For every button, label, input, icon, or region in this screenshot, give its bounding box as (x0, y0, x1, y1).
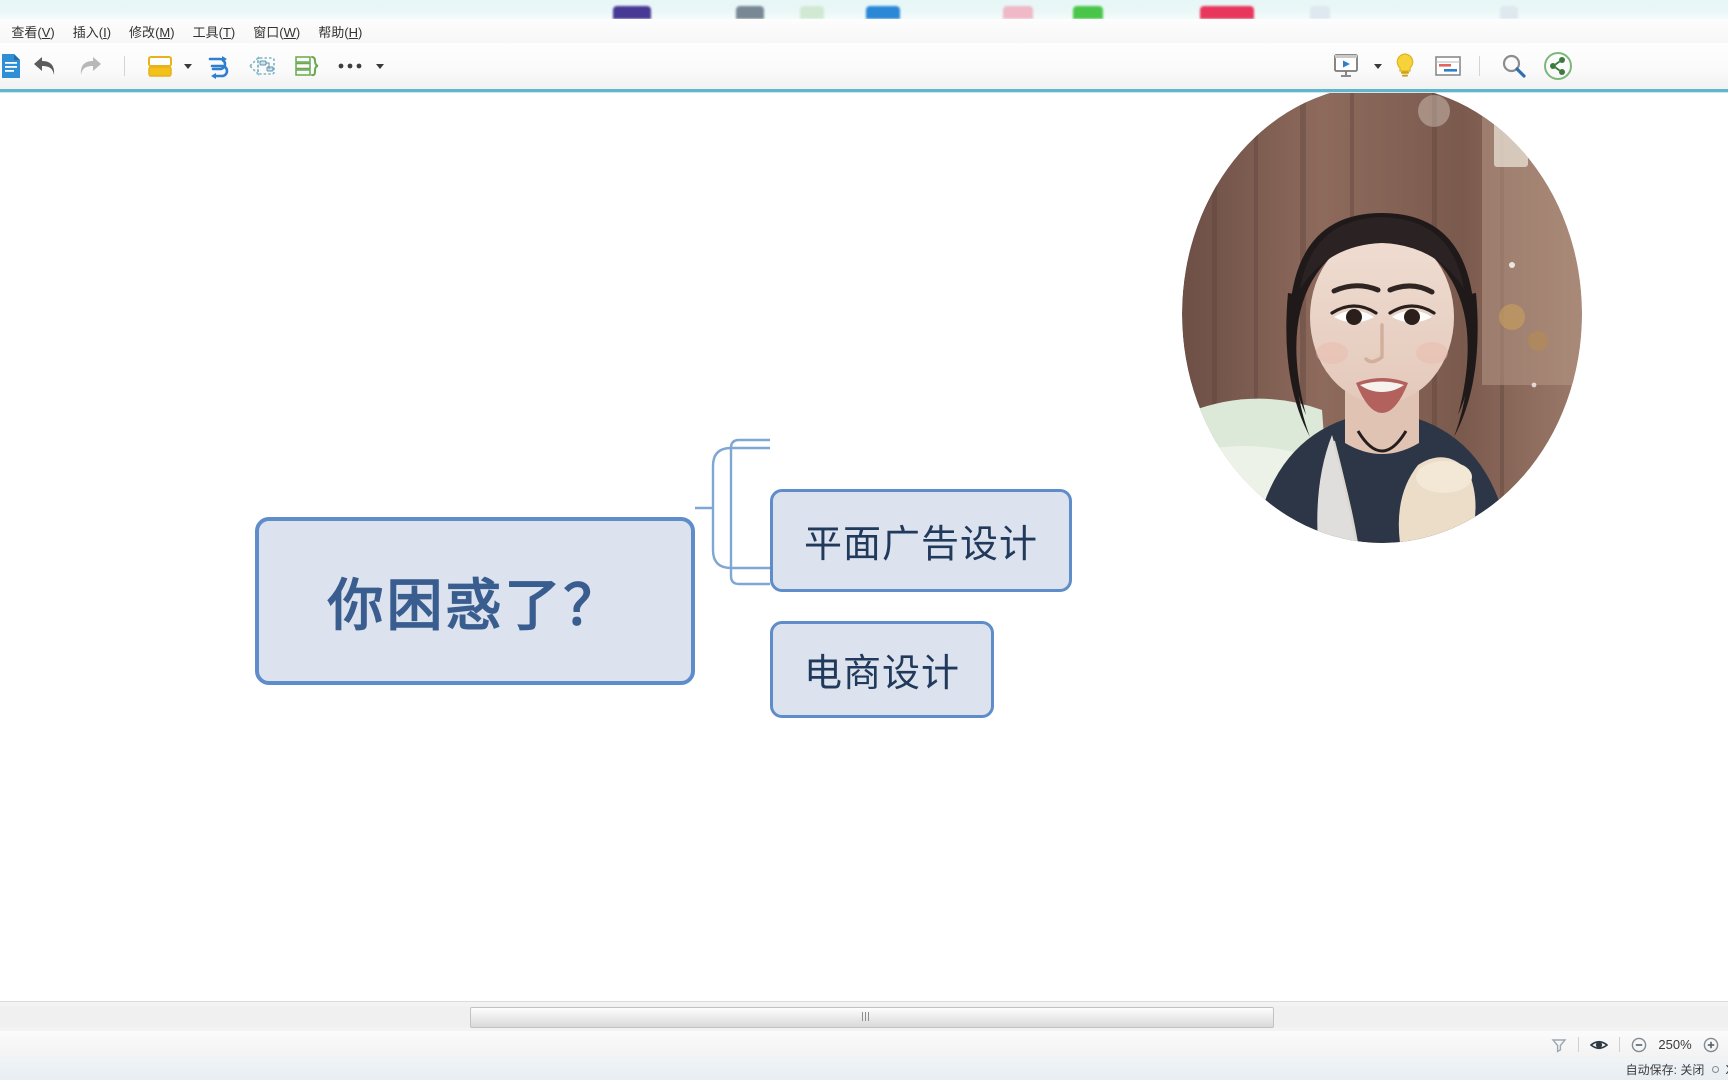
menu-item-help-label: 帮助 (318, 24, 345, 40)
filter-button[interactable] (1544, 1035, 1574, 1055)
view-visibility-button[interactable] (1583, 1035, 1615, 1055)
search-icon (1502, 54, 1526, 78)
topic-style-dropdown[interactable] (180, 51, 196, 81)
status-dot-icon (1712, 1065, 1720, 1073)
boundary-icon (248, 56, 275, 76)
menu-item-view-key: V (41, 24, 51, 40)
mindmap-child-node-1[interactable]: 平面广告设计 (770, 489, 1072, 592)
mindmap-root-label: 你困惑了？ (327, 573, 623, 637)
main-toolbar (0, 43, 1728, 90)
summary-icon (295, 56, 319, 77)
filter-icon (1551, 1038, 1567, 1053)
menu-item-view-label: 查看 (11, 24, 38, 40)
zoom-out-button[interactable] (1624, 1035, 1654, 1055)
redo-icon (80, 57, 101, 75)
mindmap-canvas[interactable]: 你困惑了？ 平面广告设计 电商设计 (0, 93, 1728, 1001)
chevron-down-icon (1374, 63, 1382, 69)
undo-button[interactable] (28, 51, 62, 81)
toolbar-separator-2 (1479, 56, 1480, 76)
zoom-in-icon (1703, 1037, 1719, 1052)
topic-style-button[interactable] (142, 51, 178, 81)
chevron-down-icon (184, 63, 192, 69)
menu-item-insert-label: 插入 (72, 24, 99, 40)
boundary-button[interactable] (245, 51, 279, 81)
horizontal-scrollbar[interactable] (0, 1001, 1728, 1033)
webcam-video-frame (1182, 93, 1582, 543)
menu-item-modify[interactable]: 修改(M) (120, 20, 184, 43)
browser-tab-favicon-2[interactable] (736, 6, 764, 19)
menu-item-insert[interactable]: 插入(I) (64, 20, 120, 43)
browser-tab-favicon-3[interactable] (800, 6, 824, 19)
menu-item-tools-key: T (222, 24, 231, 40)
more-options-dropdown[interactable] (372, 51, 388, 81)
eye-icon (1590, 1040, 1608, 1049)
relationship-icon (208, 56, 229, 79)
browser-tab-favicon-5[interactable] (1003, 6, 1033, 19)
menu-item-window-key: W (283, 24, 296, 40)
menu-item-tools-label: 工具 (192, 24, 219, 40)
scrollbar-grip-icon (862, 1012, 871, 1021)
menu-item-help[interactable]: 帮助(H) (309, 20, 371, 43)
share-icon (1544, 52, 1572, 80)
horizontal-scrollbar-thumb[interactable] (470, 1007, 1274, 1028)
menu-item-insert-key: I (103, 24, 107, 40)
menu-item-help-key: H (348, 24, 358, 40)
toolbar-separator-1 (124, 56, 125, 76)
menu-item-view[interactable]: 查看(V) (2, 20, 63, 43)
search-button[interactable] (1496, 51, 1532, 81)
brainstorm-bulb-icon (1396, 53, 1414, 77)
browser-tab-favicon-4[interactable] (866, 6, 900, 19)
more-icon (338, 63, 362, 69)
gantt-icon (1435, 56, 1461, 76)
save-icon (2, 54, 20, 78)
chevron-down-icon (376, 63, 384, 69)
more-options-button[interactable] (334, 51, 366, 81)
mindmap-child-label-2: 电商设计 (803, 653, 960, 695)
status-bar: 250% (0, 1031, 1728, 1059)
menu-bar: ) 查看(V) 插入(I) 修改(M) 工具(T) 窗口(W) 帮助(H) (0, 19, 1728, 44)
mindmap-child-node-2[interactable]: 电商设计 (770, 621, 994, 718)
browser-tab-favicon-9[interactable] (1500, 6, 1518, 19)
browser-tab-favicon-1[interactable] (613, 6, 651, 19)
menu-item-window-label: 窗口 (253, 24, 280, 40)
status-separator-1 (1578, 1037, 1579, 1052)
mindmap-child-label-1: 平面广告设计 (803, 524, 1038, 566)
browser-tab-strip (0, 0, 1728, 19)
app-footer: 自动保存: 关闭 X (0, 1058, 1728, 1080)
zoom-out-icon (1631, 1037, 1647, 1052)
browser-tab-favicon-8[interactable] (1310, 6, 1330, 19)
presentation-dropdown[interactable] (1370, 51, 1386, 81)
presentation-icon (1334, 54, 1358, 77)
menu-item-modify-label: 修改 (129, 24, 156, 40)
browser-tab-favicon-7[interactable] (1200, 6, 1254, 19)
browser-tab-favicon-6[interactable] (1073, 6, 1103, 19)
mindmap-root-node[interactable]: 你困惑了？ (255, 517, 695, 685)
webcam-video-overlay[interactable] (1182, 93, 1582, 543)
zoom-level-label[interactable]: 250% (1654, 1037, 1696, 1052)
autosave-status-label: 自动保存: 关闭 (1625, 1062, 1705, 1077)
relationship-button[interactable] (201, 51, 235, 81)
menu-item-modify-key: M (159, 24, 171, 40)
presentation-button[interactable] (1328, 51, 1364, 81)
topic-style-icon (148, 56, 172, 77)
menu-item-window[interactable]: 窗口(W) (244, 20, 309, 43)
save-button[interactable] (0, 51, 30, 81)
share-button[interactable] (1540, 51, 1576, 81)
redo-button[interactable] (73, 51, 107, 81)
zoom-in-button[interactable] (1696, 1035, 1726, 1055)
summary-button[interactable] (289, 51, 323, 81)
undo-icon (34, 57, 55, 75)
menu-item-tools[interactable]: 工具(T) (184, 20, 245, 43)
status-separator-2 (1619, 1037, 1620, 1052)
gantt-button[interactable] (1430, 51, 1466, 81)
brainstorm-button[interactable] (1388, 51, 1422, 81)
